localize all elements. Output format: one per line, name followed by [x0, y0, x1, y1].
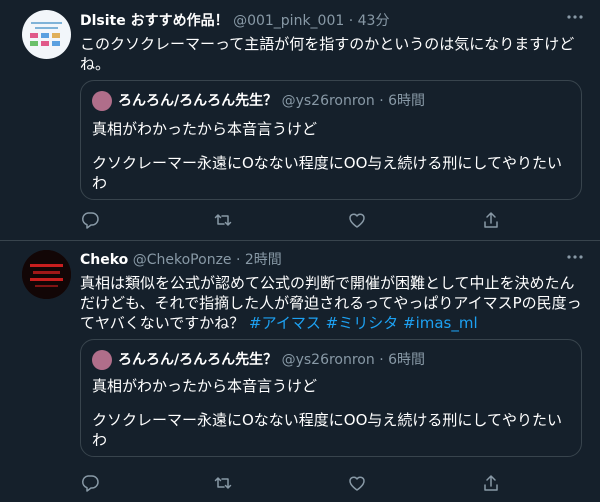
tweet-2[interactable]: Cheko @ChekoPonze · 2時間 真相は類似を公式が認めて公式の判…	[0, 241, 600, 502]
handle[interactable]: @ChekoPonze	[133, 252, 232, 268]
reply-icon[interactable]	[80, 473, 100, 493]
avatar[interactable]	[22, 250, 71, 299]
tweet-header: Cheko @ChekoPonze · 2時間	[80, 251, 282, 269]
separator: ·	[379, 93, 384, 109]
quote-header: ろんろん/ろんろん先生？ @ys26ronron · 6時間	[92, 350, 425, 370]
quote-avatar	[92, 350, 112, 370]
hashtag[interactable]: #アイマス	[249, 314, 321, 332]
quote-line-2: クソクレーマー永遠にOなない程度にOO与え続ける刑にしてやりたいわ	[92, 411, 562, 449]
separator: ·	[235, 252, 241, 268]
quote-timestamp: 6時間	[388, 93, 426, 109]
share-icon[interactable]	[481, 210, 501, 230]
quote-display-name: ろんろん/ろんろん先生？	[118, 93, 278, 109]
cheko-avatar-image	[22, 250, 71, 299]
quote-handle: @ys26ronron	[281, 93, 375, 109]
quote-handle: @ys26ronron	[281, 352, 375, 368]
quote-line-1: 真相がわかったから本音言うけど	[92, 377, 318, 395]
handle[interactable]: @001_pink_001	[233, 13, 344, 29]
more-icon[interactable]	[564, 246, 586, 268]
quote-line-1: 真相がわかったから本音言うけど	[92, 120, 318, 138]
tweet-text: このクソクレーマーって主語が何を指すのかというのは気になりますけどね。	[80, 35, 575, 73]
like-icon[interactable]	[347, 473, 367, 493]
quoted-tweet[interactable]: ろんろん/ろんろん先生？ @ys26ronron · 6時間 真相がわかったから…	[80, 339, 582, 457]
quote-avatar	[92, 91, 112, 111]
more-icon[interactable]	[564, 6, 586, 28]
tweet-actions	[80, 473, 520, 493]
avatar[interactable]	[22, 10, 71, 59]
display-name[interactable]: Cheko	[80, 252, 128, 268]
separator: ·	[348, 13, 354, 29]
tweet-1[interactable]: Dlsite おすすめ作品！ @001_pink_001 · 43分 このクソク…	[0, 0, 600, 240]
separator: ·	[379, 352, 384, 368]
reply-icon[interactable]	[80, 210, 100, 230]
quote-header: ろんろん/ろんろん先生？ @ys26ronron · 6時間	[92, 91, 425, 111]
display-name[interactable]: Dlsite おすすめ作品！	[80, 13, 229, 29]
timestamp[interactable]: 43分	[358, 13, 390, 29]
hashtag[interactable]: #ミリシタ	[326, 314, 399, 332]
dlsite-avatar-image	[30, 22, 62, 46]
tweet-text: 真相は類似を公式が認めて公式の判断で開催が困難として中止を決めたんだけども、それ…	[80, 273, 586, 333]
tweet-actions	[80, 210, 520, 230]
share-icon[interactable]	[481, 473, 501, 493]
timestamp[interactable]: 2時間	[245, 252, 282, 268]
tweet-header: Dlsite おすすめ作品！ @001_pink_001 · 43分	[80, 12, 389, 30]
like-icon[interactable]	[347, 210, 367, 230]
retweet-icon[interactable]	[213, 473, 233, 493]
quote-display-name: ろんろん/ろんろん先生？	[118, 352, 278, 368]
quoted-tweet[interactable]: ろんろん/ろんろん先生？ @ys26ronron · 6時間 真相がわかったから…	[80, 80, 582, 200]
retweet-icon[interactable]	[213, 210, 233, 230]
quote-timestamp: 6時間	[388, 352, 426, 368]
quote-line-2: クソクレーマー永遠にOなない程度にOO与え続ける刑にしてやりたいわ	[92, 154, 562, 192]
hashtag[interactable]: #imas_ml	[403, 314, 478, 332]
